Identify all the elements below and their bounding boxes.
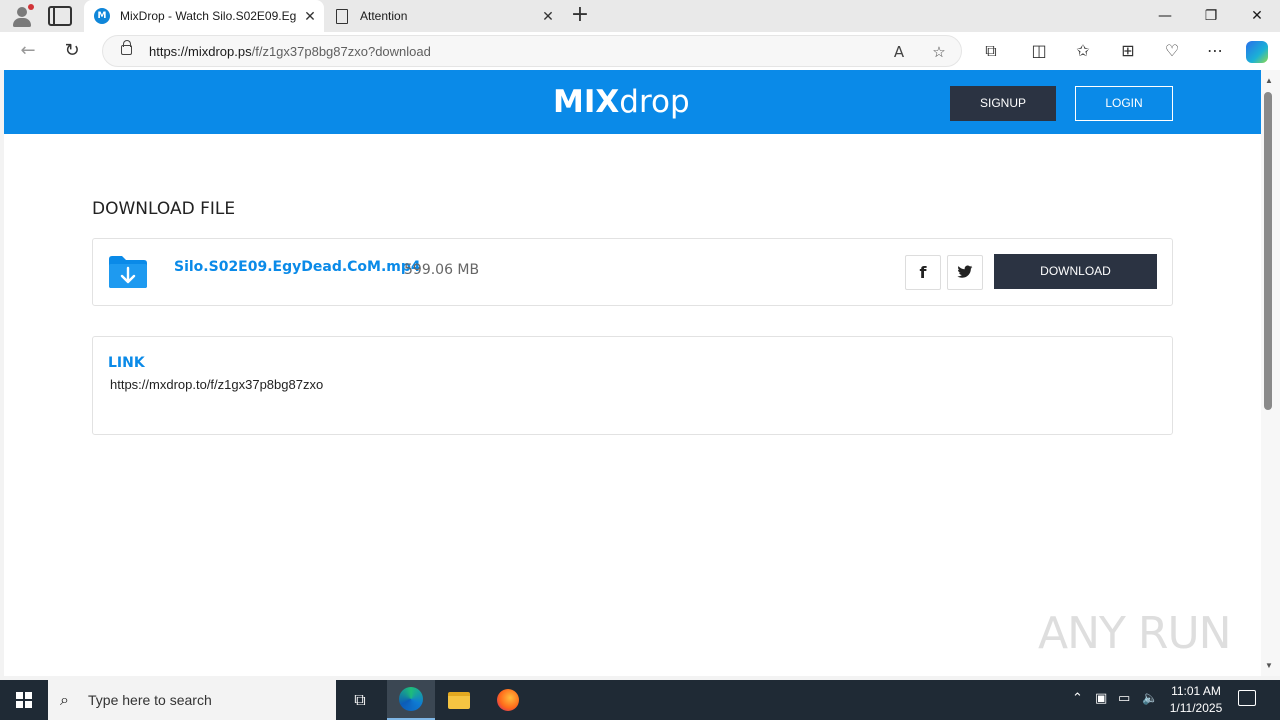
anyrun-watermark: ANY RUN [1038, 608, 1232, 659]
notification-icon[interactable] [1238, 690, 1256, 706]
favorites-icon[interactable]: ✩ [1072, 40, 1094, 62]
search-placeholder: Type here to search [88, 692, 212, 708]
browser-titlebar: M MixDrop - Watch Silo.S02E09.EgyDead.Co… [0, 0, 1280, 32]
file-size: 599.06 MB [404, 262, 480, 278]
folder-icon [448, 691, 470, 709]
show-hidden-icons-icon[interactable]: ⌃ [1072, 691, 1083, 706]
taskbar-file-explorer[interactable] [435, 680, 483, 720]
tab-attention[interactable]: Attention ✕ [326, 0, 562, 32]
taskbar-clock[interactable]: 11:01 AM 1/11/2025 [1166, 683, 1226, 717]
site-header: MIXdrop SIGNUP LOGIN [4, 70, 1261, 134]
windows-logo-icon [16, 692, 32, 708]
link-label: LINK [108, 355, 145, 371]
new-tab-button[interactable]: + [568, 4, 592, 28]
device-icon[interactable]: ▣ [1095, 691, 1107, 706]
tab-mixdrop[interactable]: M MixDrop - Watch Silo.S02E09.EgyDead.Co… [84, 0, 324, 32]
collections-icon[interactable]: ⊞ [1117, 40, 1139, 62]
clock-date: 1/11/2025 [1169, 701, 1223, 715]
start-button[interactable] [0, 680, 48, 720]
favorite-star-icon[interactable]: ☆ [929, 42, 949, 62]
clock-time: 11:01 AM [1171, 684, 1221, 698]
extensions-icon[interactable]: ⧉ [980, 40, 1002, 62]
task-view-icon: ⧉ [354, 690, 366, 709]
browser-toolbar: ← ↻ https://mixdrop.ps/f/z1gx37p8bg87zxo… [0, 32, 1280, 70]
scroll-down-icon[interactable]: ▼ [1265, 661, 1273, 670]
profile-avatar-icon[interactable] [8, 4, 36, 28]
refresh-icon[interactable]: ↻ [60, 39, 84, 63]
back-arrow-icon[interactable]: ← [16, 39, 40, 63]
page-title: DOWNLOAD FILE [92, 199, 236, 219]
lock-icon[interactable] [121, 40, 132, 55]
signup-button[interactable]: SIGNUP [950, 86, 1056, 121]
twitter-share-button[interactable] [947, 255, 983, 290]
copilot-icon[interactable] [1246, 41, 1268, 63]
close-window-button[interactable]: ✕ [1234, 0, 1280, 32]
tab-title: Attention [360, 9, 408, 23]
restore-button[interactable]: ❐ [1188, 0, 1234, 32]
minimize-button[interactable]: — [1142, 0, 1188, 32]
url-text[interactable]: https://mixdrop.ps/f/z1gx37p8bg87zxo?dow… [149, 44, 431, 59]
search-icon: ⌕ [60, 690, 69, 709]
scroll-up-icon[interactable]: ▲ [1265, 76, 1273, 85]
download-button[interactable]: DOWNLOAD [994, 254, 1157, 289]
twitter-icon [957, 265, 973, 278]
address-bar[interactable]: https://mixdrop.ps/f/z1gx37p8bg87zxo?dow… [102, 35, 962, 67]
page-viewport: MIXdrop SIGNUP LOGIN DOWNLOAD FILE Silo.… [4, 70, 1261, 676]
login-button[interactable]: LOGIN [1075, 86, 1173, 121]
file-card: Silo.S02E09.EgyDead.CoM.mp4 599.06 MB f … [92, 238, 1173, 306]
taskbar-search[interactable]: ⌕ Type here to search [48, 680, 336, 720]
scroll-thumb[interactable] [1264, 92, 1272, 410]
close-tab-icon[interactable]: ✕ [296, 8, 324, 25]
folder-download-icon [109, 256, 147, 288]
edge-icon [399, 687, 423, 711]
mixdrop-logo[interactable]: MIXdrop [553, 84, 690, 120]
network-icon[interactable]: ▭ [1118, 691, 1130, 706]
firefox-icon [497, 689, 519, 711]
taskbar-edge[interactable] [387, 680, 435, 720]
browser-essentials-icon[interactable]: ♡ [1161, 40, 1183, 62]
facebook-share-button[interactable]: f [905, 255, 941, 290]
page-scrollbar[interactable]: ▲ ▼ [1261, 70, 1280, 676]
read-aloud-icon[interactable]: A [889, 42, 909, 62]
taskbar-firefox[interactable] [484, 680, 532, 720]
split-screen-icon[interactable]: ◫ [1028, 40, 1050, 62]
file-name-link[interactable]: Silo.S02E09.EgyDead.CoM.mp4 [174, 259, 421, 275]
page-icon [336, 8, 348, 24]
more-menu-icon[interactable]: ⋯ [1204, 40, 1226, 62]
link-card: LINK https://mxdrop.to/f/z1gx37p8bg87zxo [92, 336, 1173, 435]
share-link-url[interactable]: https://mxdrop.to/f/z1gx37p8bg87zxo [110, 377, 323, 392]
task-view-button[interactable]: ⧉ [336, 680, 384, 720]
volume-icon[interactable]: 🔈 [1142, 691, 1158, 706]
mixdrop-favicon-icon: M [94, 8, 110, 24]
tab-title: MixDrop - Watch Silo.S02E09.EgyDead.CoM.… [120, 9, 296, 23]
close-tab-icon[interactable]: ✕ [534, 8, 562, 25]
tab-actions-icon[interactable] [48, 6, 72, 26]
windows-taskbar: ⌕ Type here to search ⧉ ⌃ ▣ ▭ 🔈 11:01 AM… [0, 680, 1280, 720]
